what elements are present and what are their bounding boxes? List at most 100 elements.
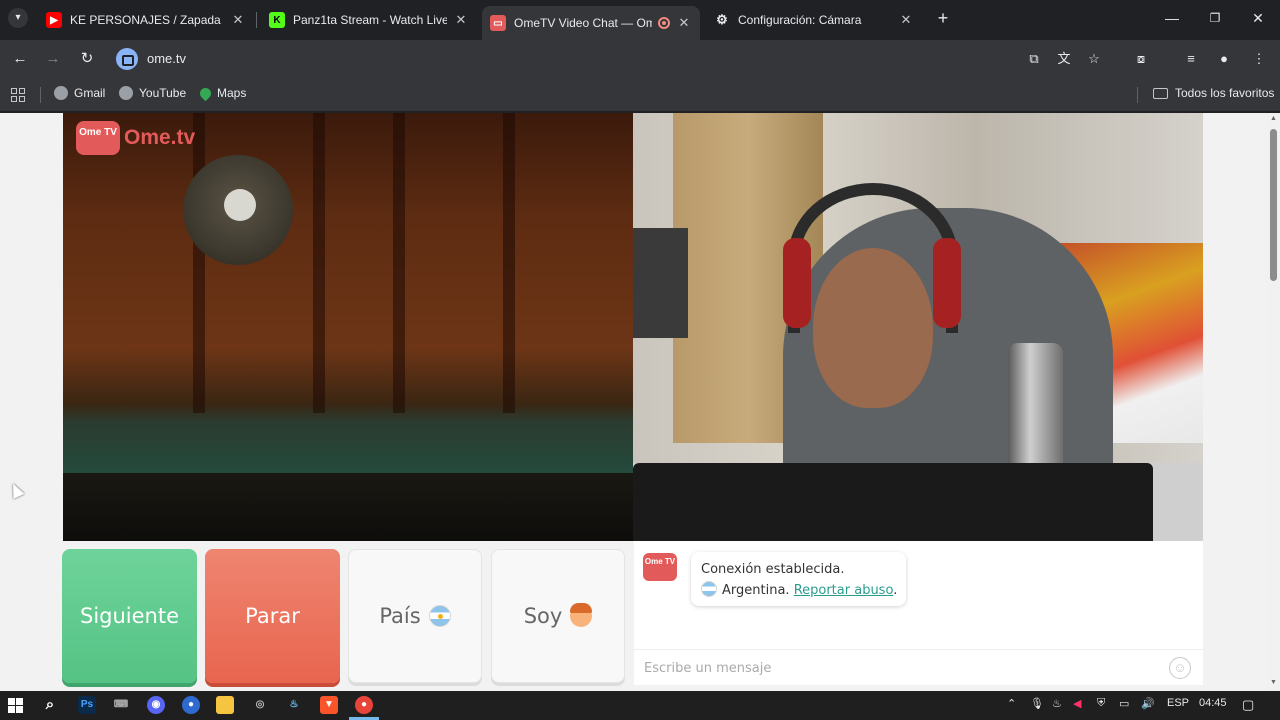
browser-toolbar: ← → ↻ ome.tv ⧉ 文 ☆ ⧇ ≡ ● ⋮ xyxy=(0,40,1280,78)
app-icon[interactable]: ● xyxy=(182,696,200,714)
emoji-picker-icon[interactable]: ☺ xyxy=(1169,657,1191,679)
next-button[interactable]: Siguiente xyxy=(62,549,197,683)
kick-icon: K xyxy=(269,12,285,28)
close-icon[interactable]: ✕ xyxy=(898,12,914,28)
bookmark-gmail[interactable]: Gmail xyxy=(54,86,105,100)
logo-badge: Ome TV xyxy=(76,121,120,155)
gender-button-label: Soy xyxy=(523,604,563,628)
thermos xyxy=(1008,343,1063,473)
address-bar[interactable]: ome.tv xyxy=(110,45,1110,73)
stop-button[interactable]: Parar xyxy=(205,549,340,683)
tab-camera-settings[interactable]: ⚙ Configuración: Cámara ✕ xyxy=(706,6,922,34)
scroll-thumb[interactable] xyxy=(1270,129,1277,281)
report-suffix: . xyxy=(893,583,898,598)
message-input[interactable] xyxy=(644,658,1144,678)
bookmark-label: Gmail xyxy=(74,86,106,100)
remote-video xyxy=(633,113,1203,541)
network-icon[interactable]: ▭ xyxy=(1119,697,1129,710)
light-bulb xyxy=(224,189,256,221)
country-button-label: País xyxy=(379,604,421,628)
new-tab-button[interactable]: + xyxy=(933,8,953,28)
tab-search-button[interactable]: ▾ xyxy=(8,8,28,28)
bookmark-star-icon[interactable]: ☆ xyxy=(1085,50,1103,68)
show-hidden-icons[interactable]: ⌃ xyxy=(1007,697,1016,710)
restore-button[interactable]: ❐ xyxy=(1205,8,1225,28)
globe-icon xyxy=(119,86,133,100)
report-abuse-link[interactable]: Reportar abuso xyxy=(794,583,894,598)
stop-button-label: Parar xyxy=(245,604,300,628)
menu-kebab-icon[interactable]: ⋮ xyxy=(1250,50,1268,68)
forward-button[interactable]: → xyxy=(43,49,63,69)
file-explorer-icon[interactable] xyxy=(216,696,234,714)
translate-icon[interactable]: 文 xyxy=(1055,50,1073,68)
tab-ometv[interactable]: ▭ OmeTV Video Chat — Ome ✕ xyxy=(482,6,700,40)
defender-icon[interactable]: ⛨ xyxy=(1097,697,1105,710)
tab-kick[interactable]: K Panz1ta Stream - Watch Live on ✕ xyxy=(261,6,477,34)
apps-grid-icon[interactable] xyxy=(11,88,25,102)
scroll-down-arrow[interactable]: ▼ xyxy=(1270,679,1277,686)
keyboard-icon[interactable]: ⌨ xyxy=(112,696,130,714)
bookmarks-bar: Gmail YouTube Maps Todos los favoritos xyxy=(0,78,1280,112)
search-icon[interactable]: ⌕ xyxy=(41,696,59,714)
all-bookmarks-label: Todos los favoritos xyxy=(1175,86,1275,100)
recording-icon xyxy=(658,17,670,29)
install-app-icon[interactable]: ⧉ xyxy=(1025,50,1043,68)
tab-title: OmeTV Video Chat — Ome xyxy=(514,16,652,30)
notifications-icon[interactable]: ▢ xyxy=(1242,697,1254,713)
logo-text: Ome.tv xyxy=(124,126,196,149)
close-icon[interactable]: ✕ xyxy=(453,12,469,28)
message-input-area: ☺ xyxy=(634,649,1203,685)
next-button-label: Siguiente xyxy=(79,604,180,628)
mouse-cursor xyxy=(7,481,25,499)
country-line: Argentina. Reportar abuso. xyxy=(701,580,898,601)
chat-logo: Ome TV xyxy=(643,553,677,581)
language-indicator[interactable]: ESP xyxy=(1167,697,1189,709)
tray-app-icon[interactable]: ◀ xyxy=(1073,697,1081,710)
extensions-icon[interactable]: ⧇ xyxy=(1132,50,1150,68)
obs-icon[interactable]: ◎ xyxy=(251,696,269,714)
connection-status: Conexión establecida. xyxy=(701,562,845,577)
argentina-flag-icon xyxy=(428,605,451,627)
close-icon[interactable]: ✕ xyxy=(676,15,692,31)
microphone-icon[interactable]: 🎙 xyxy=(1030,697,1044,710)
profile-avatar[interactable]: ● xyxy=(1215,50,1233,68)
country-button[interactable]: País xyxy=(348,549,482,683)
bookmark-label: Maps xyxy=(217,86,247,100)
photoshop-icon[interactable]: Ps xyxy=(78,696,96,714)
boy-emoji-icon xyxy=(570,603,593,627)
local-video: Ome TV Ome.tv xyxy=(63,113,633,541)
gear-icon: ⚙ xyxy=(716,12,728,27)
all-bookmarks[interactable]: Todos los favoritos xyxy=(1153,86,1274,100)
tab-youtube[interactable]: ▶ KE PERSONAJES / Zapada EN VI ✕ xyxy=(38,6,254,34)
chat-panel: Ome TV Conexión establecida. Argentina. … xyxy=(634,541,1203,685)
tab-title: Configuración: Cámara xyxy=(738,13,862,27)
ometv-icon: ▭ xyxy=(490,15,506,31)
bookmark-youtube[interactable]: YouTube xyxy=(119,86,186,100)
steam-icon[interactable]: ♨ xyxy=(285,696,303,714)
minimize-button[interactable]: — xyxy=(1162,8,1182,28)
back-button[interactable]: ← xyxy=(10,49,30,69)
start-button[interactable] xyxy=(8,698,23,713)
laptop xyxy=(633,463,1153,541)
page-scrollbar[interactable]: ▲ ▼ xyxy=(1267,113,1280,691)
discord-icon[interactable]: ◉ xyxy=(147,696,165,714)
youtube-icon: ▶ xyxy=(46,12,62,28)
tab-strip: ▾ ▶ KE PERSONAJES / Zapada EN VI ✕ K Pan… xyxy=(0,0,1280,40)
volume-icon[interactable]: 🔊 xyxy=(1141,697,1155,710)
ometv-logo: Ome TV Ome.tv xyxy=(76,121,195,155)
close-icon[interactable]: ✕ xyxy=(230,12,246,28)
clock[interactable]: 04:45 xyxy=(1199,697,1227,709)
steam-tray-icon[interactable]: ♨ xyxy=(1052,697,1062,710)
gender-button[interactable]: Soy xyxy=(491,549,625,683)
scroll-up-arrow[interactable]: ▲ xyxy=(1270,115,1277,122)
reload-button[interactable]: ↻ xyxy=(77,49,97,69)
tab-title: Panz1ta Stream - Watch Live on xyxy=(293,13,447,27)
site-info-icon[interactable] xyxy=(116,48,138,70)
close-window-button[interactable]: ✕ xyxy=(1248,8,1268,28)
media-controls-icon[interactable]: ≡ xyxy=(1182,50,1200,68)
bookmark-maps[interactable]: Maps xyxy=(197,85,247,101)
bookmark-label: YouTube xyxy=(139,86,187,100)
chrome-icon[interactable]: ● xyxy=(355,696,373,714)
brave-icon[interactable]: ▼ xyxy=(320,696,338,714)
tab-title: KE PERSONAJES / Zapada EN VI xyxy=(70,13,224,27)
